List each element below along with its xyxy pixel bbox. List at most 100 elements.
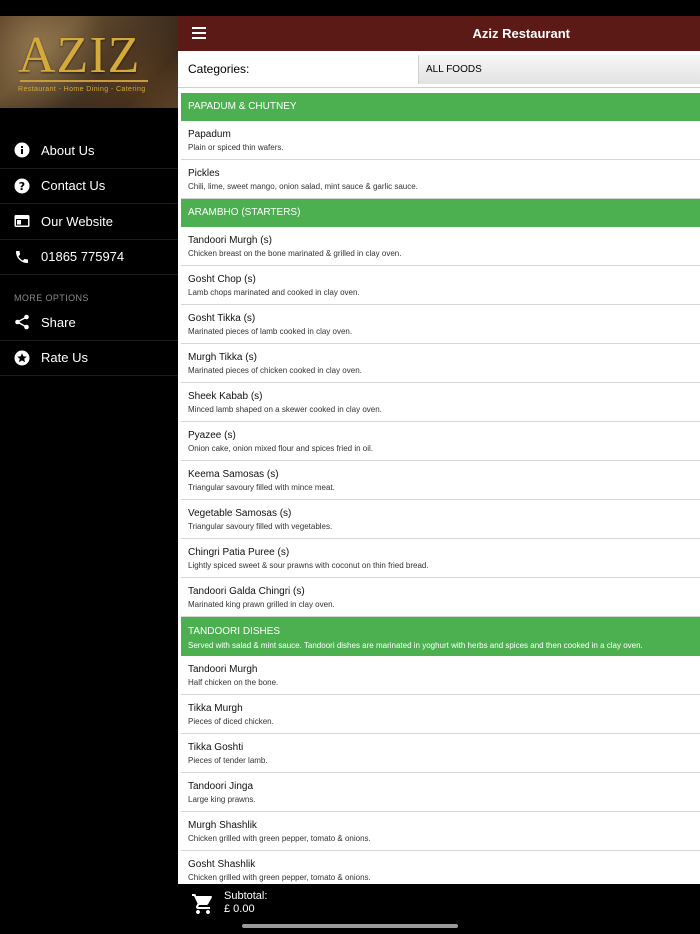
menu-item[interactable]: Gosht Tikka (s) Marinated pieces of lamb … xyxy=(181,305,700,344)
sidebar-item-label: About Us xyxy=(41,142,95,158)
app-title: Aziz Restaurant xyxy=(472,26,570,41)
menu-item-description: Large king prawns. xyxy=(188,795,256,804)
menu-item[interactable]: Gosht Chop (s) Lamb chops marinated and c… xyxy=(181,266,700,305)
logo-name: AZIZ xyxy=(18,27,141,84)
sidebar-item-our-website[interactable]: Our Website xyxy=(0,204,178,240)
menu-item-description: Pieces of tender lamb. xyxy=(188,756,268,765)
section-header: ARAMBHO (STARTERS) xyxy=(181,199,700,227)
phone-icon xyxy=(14,249,30,265)
menu-item[interactable]: Tandoori Galda Chingri (s) Marinated king… xyxy=(181,578,700,617)
home-indicator[interactable] xyxy=(242,924,458,928)
menu-item-name: Tandoori Galda Chingri (s) xyxy=(188,586,305,597)
menu-list: PAPADUM & CHUTNEY Papadum Plain or spiced … xyxy=(181,93,700,884)
logo-tagline: Restaurant - Home Dining - Catering xyxy=(18,86,146,93)
app-header: Aziz Restaurant xyxy=(178,16,700,51)
menu-item-name: Keema Samosas (s) xyxy=(188,469,279,480)
menu-item[interactable]: Vegetable Samosas (s) Triangular savoury … xyxy=(181,500,700,539)
menu-item-name: Sheek Kabab (s) xyxy=(188,391,263,402)
menu-item-description: Onion cake, onion mixed flour and spices… xyxy=(188,444,373,453)
menu-item-name: Tikka Murgh xyxy=(188,703,243,714)
section-title: ARAMBHO (STARTERS) xyxy=(188,207,301,218)
sidebar-menu: About Us ? Contact Us Our Website 01865 … xyxy=(0,133,178,275)
menu-item-description: Marinated king prawn grilled in clay ove… xyxy=(188,600,335,609)
menu-item-description: Triangular savoury filled with mince mea… xyxy=(188,483,335,492)
section-title: TANDOORI DISHES xyxy=(188,626,281,637)
menu-item-description: Minced lamb shaped on a skewer cooked in… xyxy=(188,405,382,414)
sidebar-item-about-us[interactable]: About Us xyxy=(0,133,178,169)
sidebar-item-label: 01865 775974 xyxy=(41,249,125,265)
browser-icon xyxy=(14,213,30,229)
menu-item-description: Triangular savoury filled with vegetable… xyxy=(188,522,333,531)
menu-item-name: Papadum xyxy=(188,129,231,140)
menu-item-name: Chingri Patia Puree (s) xyxy=(188,547,290,558)
section-description: Served with salad & mint sauce. Tandoori… xyxy=(188,641,643,650)
menu-item-description: Lightly spiced sweet & sour prawns with … xyxy=(188,561,429,570)
menu-item-description: Chicken grilled with green pepper, tomat… xyxy=(188,873,371,882)
menu-item-description: Chicken grilled with green pepper, tomat… xyxy=(188,834,371,843)
sidebar-item-share[interactable]: Share xyxy=(0,305,178,341)
sidebar-item-label: Share xyxy=(41,314,76,330)
menu-item-name: Gosht Tikka (s) xyxy=(188,313,256,324)
help-icon: ? xyxy=(14,178,30,194)
menu-item-description: Chicken breast on the bone marinated & g… xyxy=(188,249,402,258)
category-select[interactable]: ALL FOODS xyxy=(418,55,700,84)
bottom-cart-bar: Subtotal: £ 0.00 xyxy=(0,884,700,934)
menu-item[interactable]: Tandoori Murgh (s) Chicken breast on the … xyxy=(181,227,700,266)
subtotal-value: £ 0.00 xyxy=(224,903,255,915)
sidebar: AZIZ Restaurant - Home Dining - Catering… xyxy=(0,16,178,884)
sidebar-item-label: Contact Us xyxy=(41,178,106,194)
menu-item-name: Pyazee (s) xyxy=(188,430,236,441)
menu-item[interactable]: Pyazee (s) Onion cake, onion mixed flour … xyxy=(181,422,700,461)
menu-item[interactable]: Tikka Murgh Pieces of diced chicken. xyxy=(181,695,700,734)
more-options-heading: MORE OPTIONS xyxy=(14,293,89,303)
sidebar-item-contact-us[interactable]: ? Contact Us xyxy=(0,169,178,204)
restaurant-logo: AZIZ Restaurant - Home Dining - Catering xyxy=(0,16,178,108)
main-panel: Aziz Restaurant Categories: ALL FOODS PA… xyxy=(178,16,700,884)
share-icon xyxy=(14,314,30,330)
menu-item-name: Tikka Goshti xyxy=(188,742,244,753)
cart-icon[interactable] xyxy=(190,892,216,916)
menu-item[interactable]: Tandoori Murgh Half chicken on the bone. xyxy=(181,656,700,695)
section-header: TANDOORI DISHES Served with salad & mint … xyxy=(181,617,700,656)
menu-item-description: Half chicken on the bone. xyxy=(188,678,279,687)
menu-item-description: Marinated pieces of chicken cooked in cl… xyxy=(188,366,362,375)
menu-item-name: Murgh Tikka (s) xyxy=(188,352,257,363)
menu-item-description: Chili, lime, sweet mango, onion salad, m… xyxy=(188,182,418,191)
svg-text:?: ? xyxy=(19,180,25,193)
menu-item-name: Vegetable Samosas (s) xyxy=(188,508,292,519)
section-header: PAPADUM & CHUTNEY xyxy=(181,93,700,121)
menu-item[interactable]: Keema Samosas (s) Triangular savoury fill… xyxy=(181,461,700,500)
menu-item-name: Gosht Shashlik xyxy=(188,859,256,870)
menu-item-name: Tandoori Jinga xyxy=(188,781,254,792)
menu-item-name: Tandoori Murgh (s) xyxy=(188,235,272,246)
menu-item-name: Murgh Shashlik xyxy=(188,820,257,831)
section-title: PAPADUM & CHUTNEY xyxy=(188,101,297,112)
menu-item-description: Lamb chops marinated and cooked in clay … xyxy=(188,288,360,297)
sidebar-item-label: Our Website xyxy=(41,213,114,229)
star-icon xyxy=(14,350,30,366)
menu-item-description: Marinated pieces of lamb cooked in clay … xyxy=(188,327,353,336)
menu-item-name: Gosht Chop (s) xyxy=(188,274,256,285)
subtotal-label: Subtotal: xyxy=(224,890,268,902)
menu-item[interactable]: Gosht Shashlik Chicken grilled with green… xyxy=(181,851,700,884)
sidebar-item-rate-us[interactable]: Rate Us xyxy=(0,341,178,376)
sidebar-item-label: Rate Us xyxy=(41,350,88,366)
menu-item[interactable]: Chingri Patia Puree (s) Lightly spiced sw… xyxy=(181,539,700,578)
menu-item[interactable]: Papadum Plain or spiced thin wafers. xyxy=(181,121,700,160)
categories-label: Categories: xyxy=(188,62,250,76)
menu-item[interactable]: Murgh Tikka (s) Marinated pieces of chick… xyxy=(181,344,700,383)
menu-item[interactable]: Tikka Goshti Pieces of tender lamb. xyxy=(181,734,700,773)
menu-item-description: Pieces of diced chicken. xyxy=(188,717,274,726)
menu-item[interactable]: Sheek Kabab (s) Minced lamb shaped on a s… xyxy=(181,383,700,422)
info-icon xyxy=(14,142,30,158)
menu-item-name: Pickles xyxy=(188,168,220,179)
sidebar-more-menu: Share Rate Us xyxy=(0,305,178,376)
menu-item-name: Tandoori Murgh xyxy=(188,664,258,675)
sidebar-item-phone[interactable]: 01865 775974 xyxy=(0,240,178,275)
menu-item[interactable]: Pickles Chili, lime, sweet mango, onion s… xyxy=(181,160,700,199)
menu-item-description: Plain or spiced thin wafers. xyxy=(188,143,284,152)
menu-item[interactable]: Tandoori Jinga Large king prawns. xyxy=(181,773,700,812)
logo-divider xyxy=(20,80,148,82)
menu-item[interactable]: Murgh Shashlik Chicken grilled with green… xyxy=(181,812,700,851)
category-row: Categories: ALL FOODS xyxy=(178,51,700,88)
